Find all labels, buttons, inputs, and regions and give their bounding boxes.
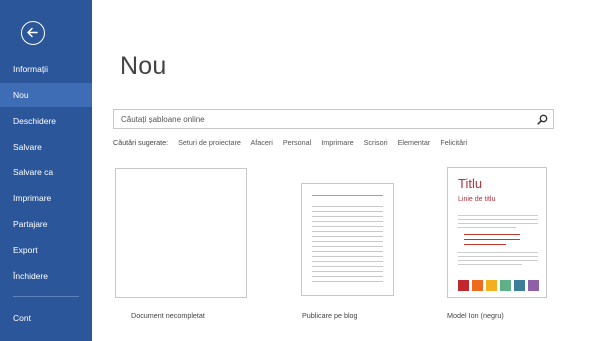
blog-preview-line — [312, 281, 383, 282]
sidebar-item-salvare-ca[interactable]: Salvare ca — [0, 160, 92, 184]
ion-color-swatch — [472, 280, 483, 291]
sidebar-item-export[interactable]: Export — [0, 238, 92, 262]
ion-preview-title: Titlu — [458, 176, 483, 191]
ion-preview-line — [458, 260, 538, 261]
blog-preview-line — [312, 221, 383, 222]
suggested-searches-label: Căutări sugerate: — [113, 138, 169, 147]
suggested-link-personal[interactable]: Personal — [283, 138, 311, 147]
ion-color-swatch — [514, 280, 525, 291]
ion-color-swatch — [458, 280, 469, 291]
suggested-link-imprimare[interactable]: Imprimare — [321, 138, 353, 147]
sidebar-item-salvare[interactable]: Salvare — [0, 135, 92, 159]
sidebar-item-deschidere[interactable]: Deschidere — [0, 109, 92, 133]
page-title: Nou — [120, 52, 167, 80]
suggested-link-elementar[interactable]: Elementar — [398, 138, 431, 147]
template-search-box[interactable] — [113, 109, 554, 129]
ion-preview-accent-line — [464, 239, 520, 240]
blog-preview-line — [312, 271, 383, 272]
sidebar-item-imprimare[interactable]: Imprimare — [0, 186, 92, 210]
ion-preview-subtitle: Linie de titlu — [458, 196, 496, 203]
template-blog-caption: Publicare pe blog — [302, 311, 358, 320]
sidebar-item-partajare[interactable]: Partajare — [0, 212, 92, 236]
ion-color-swatch — [528, 280, 539, 291]
blog-preview-line — [312, 266, 383, 267]
blog-preview-line — [312, 236, 383, 237]
main-pane: Nou Căutări sugerate: Seturi de proiecta… — [92, 0, 594, 341]
blog-preview-line — [312, 226, 383, 227]
ion-preview-line — [458, 256, 538, 257]
blog-preview-line — [312, 216, 383, 217]
back-arrow-icon[interactable] — [21, 21, 45, 45]
blog-preview-title-line — [312, 195, 383, 196]
blog-preview-line — [312, 241, 383, 242]
back-arrow-glyph — [27, 27, 38, 38]
ion-preview-accent-line — [464, 234, 520, 235]
suggested-link-afaceri[interactable]: Afaceri — [250, 138, 272, 147]
blog-preview-line — [312, 251, 383, 252]
ion-color-swatch — [486, 280, 497, 291]
suggested-link-seturi[interactable]: Seturi de proiectare — [178, 138, 241, 147]
search-input[interactable] — [121, 112, 521, 126]
blog-preview-line — [312, 261, 383, 262]
ion-preview-accent-line — [464, 244, 506, 245]
backstage-sidebar: Informații Nou Deschidere Salvare Salvar… — [0, 0, 92, 341]
template-ion-black[interactable]: Titlu Linie de titlu — [447, 167, 547, 298]
suggested-link-scrisori[interactable]: Scrisori — [364, 138, 388, 147]
ion-color-swatch — [500, 280, 511, 291]
sidebar-divider — [13, 296, 79, 297]
sidebar-item-nou[interactable]: Nou — [0, 83, 92, 107]
ion-preview-line — [458, 252, 538, 253]
sidebar-item-inchidere[interactable]: Închidere — [0, 264, 92, 288]
blog-preview-line — [312, 231, 383, 232]
template-blank-document[interactable] — [115, 168, 247, 298]
ion-preview-line — [458, 223, 538, 224]
search-icon[interactable] — [537, 114, 548, 125]
suggested-searches: Căutări sugerate: Seturi de proiectare A… — [113, 138, 475, 150]
sidebar-item-informatii[interactable]: Informații — [0, 57, 92, 81]
template-blog-post[interactable] — [301, 183, 394, 296]
template-blank-caption: Document necompletat — [131, 311, 205, 320]
blog-preview-line — [312, 246, 383, 247]
blog-preview-line — [312, 276, 383, 277]
suggested-link-felicitari[interactable]: Felicitări — [440, 138, 467, 147]
ion-preview-line — [458, 215, 538, 216]
blog-preview-line — [312, 206, 383, 207]
sidebar-item-cont[interactable]: Cont — [0, 306, 92, 330]
blog-preview-line — [312, 211, 383, 212]
ion-preview-line — [458, 227, 516, 228]
ion-preview-line — [458, 219, 538, 220]
template-ion-caption: Model Ion (negru) — [447, 311, 504, 320]
blog-preview-line — [312, 256, 383, 257]
ion-preview-line — [458, 264, 522, 265]
